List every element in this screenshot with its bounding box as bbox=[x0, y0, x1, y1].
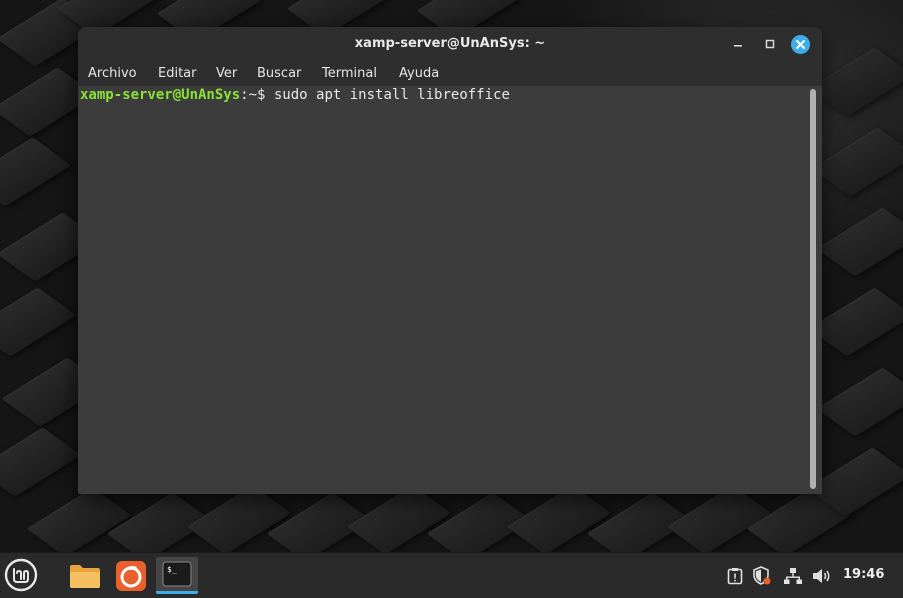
terminal-window[interactable]: xamp-server@UnAnSys: ~ Archivo Editar Ve… bbox=[78, 27, 822, 494]
command-line: xamp-server@UnAnSys:~$ sudo apt install … bbox=[80, 87, 510, 103]
firefox-icon bbox=[116, 560, 146, 591]
tray-clipboard-button[interactable] bbox=[725, 566, 745, 586]
menu-bar: Archivo Editar Ver Buscar Terminal Ayuda bbox=[78, 61, 822, 86]
wallpaper-tile bbox=[0, 137, 72, 207]
linux-mint-menu-icon bbox=[4, 558, 38, 592]
window-titlebar[interactable]: xamp-server@UnAnSys: ~ bbox=[78, 27, 822, 61]
window-title: xamp-server@UnAnSys: ~ bbox=[354, 36, 546, 51]
start-menu-button[interactable] bbox=[4, 558, 38, 592]
wallpaper-tile bbox=[0, 287, 77, 357]
terminal-output-area[interactable]: xamp-server@UnAnSys:~$ sudo apt install … bbox=[78, 86, 822, 494]
minimize-button[interactable] bbox=[728, 34, 748, 54]
close-button[interactable] bbox=[791, 35, 810, 54]
wallpaper-tile bbox=[0, 427, 82, 497]
network-icon bbox=[784, 568, 802, 584]
maximize-icon bbox=[765, 39, 775, 49]
taskbar-clock[interactable]: 19:46 bbox=[843, 567, 884, 582]
wallpaper-tile bbox=[506, 485, 612, 552]
menu-ayuda[interactable]: Ayuda bbox=[399, 66, 439, 81]
prompt-user-host: xamp-server@UnAnSys bbox=[80, 87, 241, 103]
clipboard-icon bbox=[727, 568, 743, 585]
taskbar-files-app[interactable] bbox=[66, 557, 104, 594]
scrollbar-thumb[interactable] bbox=[810, 89, 816, 489]
menu-editar[interactable]: Editar bbox=[158, 66, 197, 81]
taskbar-terminal-app[interactable]: $_ bbox=[156, 557, 198, 594]
volume-icon bbox=[813, 569, 830, 583]
terminal-icon-glyph: $_ bbox=[167, 565, 177, 574]
files-folder-icon bbox=[70, 564, 100, 588]
shield-icon bbox=[753, 566, 771, 585]
menu-terminal[interactable]: Terminal bbox=[322, 66, 377, 81]
terminal-icon: $_ bbox=[162, 561, 192, 587]
tray-network-button[interactable] bbox=[783, 566, 803, 586]
minimize-icon bbox=[734, 45, 742, 47]
menu-archivo[interactable]: Archivo bbox=[88, 66, 137, 81]
wallpaper-tile bbox=[26, 487, 132, 552]
tray-update-shield-button[interactable] bbox=[752, 566, 772, 586]
wallpaper-tile bbox=[346, 485, 452, 552]
wallpaper-tile bbox=[666, 485, 772, 552]
prompt-path: :~$ bbox=[240, 87, 266, 103]
maximize-button[interactable] bbox=[760, 34, 780, 54]
taskbar-firefox-app[interactable] bbox=[112, 557, 150, 594]
typed-command: sudo apt install libreoffice bbox=[265, 87, 510, 103]
tray-volume-button[interactable] bbox=[812, 566, 832, 586]
wallpaper-tile bbox=[816, 367, 903, 437]
terminal-scrollbar[interactable] bbox=[809, 89, 817, 489]
taskbar: $_ 19:46 bbox=[0, 552, 903, 598]
menu-buscar[interactable]: Buscar bbox=[257, 66, 301, 81]
close-icon bbox=[796, 40, 805, 49]
menu-ver[interactable]: Ver bbox=[216, 66, 237, 81]
wallpaper-tile bbox=[186, 485, 292, 552]
